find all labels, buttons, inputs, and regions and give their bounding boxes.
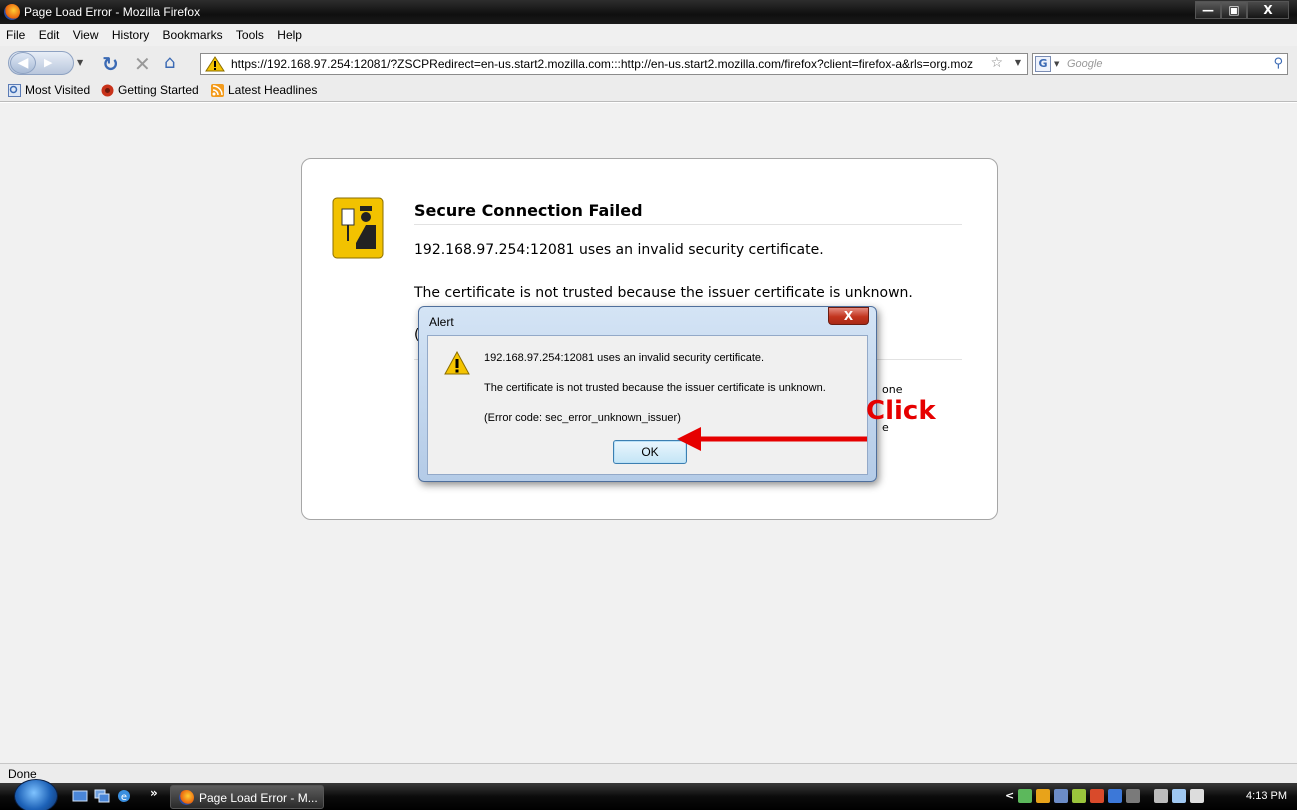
tray-app-icon[interactable]	[1054, 789, 1068, 803]
search-engine-icon[interactable]: G	[1035, 56, 1051, 72]
url-dropdown-icon[interactable]: ▼	[1015, 58, 1021, 67]
arrow-annotation-icon	[677, 427, 867, 451]
bookmarks-toolbar: Most Visited Getting Started Latest Head…	[0, 80, 1297, 102]
tray-app-icon[interactable]	[1090, 789, 1104, 803]
tray-app-icon[interactable]	[1108, 789, 1122, 803]
network-icon[interactable]	[1172, 789, 1186, 803]
taskbar-window-label: Page Load Error - M...	[199, 791, 318, 805]
search-engine-dropdown-icon[interactable]: ▼	[1054, 60, 1059, 68]
navigation-toolbar: ◀ ▶ ▼ ↻ ✕ ⌂ https://192.168.97.254:12081…	[0, 46, 1297, 80]
window-controls: — ▣ X	[1195, 1, 1289, 19]
error-detail: The certificate is not trusted because t…	[414, 285, 913, 301]
firefox-icon	[4, 4, 20, 20]
obscured-text-fragment: one	[882, 383, 903, 396]
start-button[interactable]	[14, 779, 58, 810]
url-bar[interactable]: https://192.168.97.254:12081/?ZSCPRedire…	[200, 53, 1028, 75]
clock[interactable]: 4:13 PM	[1246, 790, 1287, 802]
close-window-button[interactable]: X	[1247, 1, 1289, 19]
menu-file[interactable]: File	[0, 24, 29, 42]
window-title-bar: Page Load Error - Mozilla Firefox — ▣ X	[0, 0, 1297, 24]
internet-explorer-icon[interactable]: e	[116, 789, 132, 803]
switch-windows-icon[interactable]	[94, 789, 110, 803]
reload-icon[interactable]: ↻	[102, 52, 119, 76]
bookmark-star-icon[interactable]: ☆	[990, 55, 1003, 71]
back-icon[interactable]: ◀	[10, 52, 36, 74]
menu-history[interactable]: History	[106, 24, 153, 42]
alert-message: 192.168.97.254:12081 uses an invalid sec…	[484, 352, 765, 364]
firefox-icon	[179, 790, 194, 805]
window-title: Page Load Error - Mozilla Firefox	[24, 5, 201, 19]
status-bar: Done	[0, 763, 1297, 783]
site-warning-icon[interactable]	[205, 56, 225, 72]
search-icon[interactable]: ⚲	[1273, 56, 1283, 71]
minimize-button[interactable]: —	[1195, 1, 1221, 19]
menu-help[interactable]: Help	[271, 24, 306, 42]
security-officer-icon	[332, 197, 384, 259]
svg-text:e: e	[121, 792, 127, 803]
taskbar: e » Page Load Error - M... < 4:13 PM	[0, 779, 1297, 810]
home-icon[interactable]: ⌂	[164, 52, 175, 73]
bookmark-getting-started[interactable]: Getting Started	[101, 83, 199, 97]
maximize-button[interactable]: ▣	[1221, 1, 1247, 19]
alert-message: The certificate is not trusted because t…	[484, 382, 826, 394]
forward-icon[interactable]: ▶	[44, 56, 52, 69]
error-message: 192.168.97.254:12081 uses an invalid sec…	[414, 242, 824, 258]
bookmark-label: Most Visited	[25, 83, 91, 97]
bookmark-latest-headlines[interactable]: Latest Headlines	[211, 83, 317, 97]
rss-feed-icon	[211, 83, 224, 97]
show-desktop-icon[interactable]	[72, 789, 88, 803]
tray-app-icon[interactable]	[1072, 789, 1086, 803]
bookmark-most-visited[interactable]: Most Visited	[8, 83, 90, 97]
bookmark-label: Getting Started	[118, 83, 199, 97]
getting-started-icon	[101, 84, 114, 96]
tray-app-icon[interactable]	[1036, 789, 1050, 803]
search-bar[interactable]: G ▼ Google ⚲	[1032, 53, 1288, 75]
warning-icon	[444, 351, 470, 375]
bookmark-label: Latest Headlines	[228, 83, 318, 97]
search-input[interactable]: Google	[1067, 58, 1102, 70]
click-annotation: Click	[866, 396, 936, 426]
tray-app-icon[interactable]	[1126, 789, 1140, 803]
power-icon[interactable]	[1154, 789, 1168, 803]
alert-body: 192.168.97.254:12081 uses an invalid sec…	[427, 335, 868, 475]
menu-tools[interactable]: Tools	[230, 24, 268, 42]
page-title: Secure Connection Failed	[414, 201, 962, 225]
history-dropdown-icon[interactable]: ▼	[77, 58, 83, 67]
system-tray: < 4:13 PM	[1000, 783, 1297, 810]
alert-title: Alert	[429, 315, 454, 329]
menu-view[interactable]: View	[67, 24, 103, 42]
alert-close-button[interactable]: X	[828, 307, 869, 325]
tray-app-icon[interactable]	[1018, 789, 1032, 803]
stop-icon[interactable]: ✕	[134, 52, 151, 76]
quick-launch-more[interactable]: »	[150, 786, 158, 800]
taskbar-firefox-window[interactable]: Page Load Error - M...	[170, 785, 324, 809]
alert-dialog: Alert X 192.168.97.254:12081 uses an inv…	[418, 306, 877, 482]
menu-edit[interactable]: Edit	[33, 24, 64, 42]
alert-error-code: (Error code: sec_error_unknown_issuer)	[484, 412, 681, 424]
volume-icon[interactable]	[1190, 789, 1204, 803]
url-text[interactable]: https://192.168.97.254:12081/?ZSCPRedire…	[231, 57, 973, 71]
menu-bookmarks[interactable]: Bookmarks	[157, 24, 227, 42]
most-visited-icon	[8, 83, 21, 97]
tray-expand-icon[interactable]: <	[1005, 789, 1014, 802]
menu-bar: File Edit View History Bookmarks Tools H…	[0, 24, 1297, 46]
